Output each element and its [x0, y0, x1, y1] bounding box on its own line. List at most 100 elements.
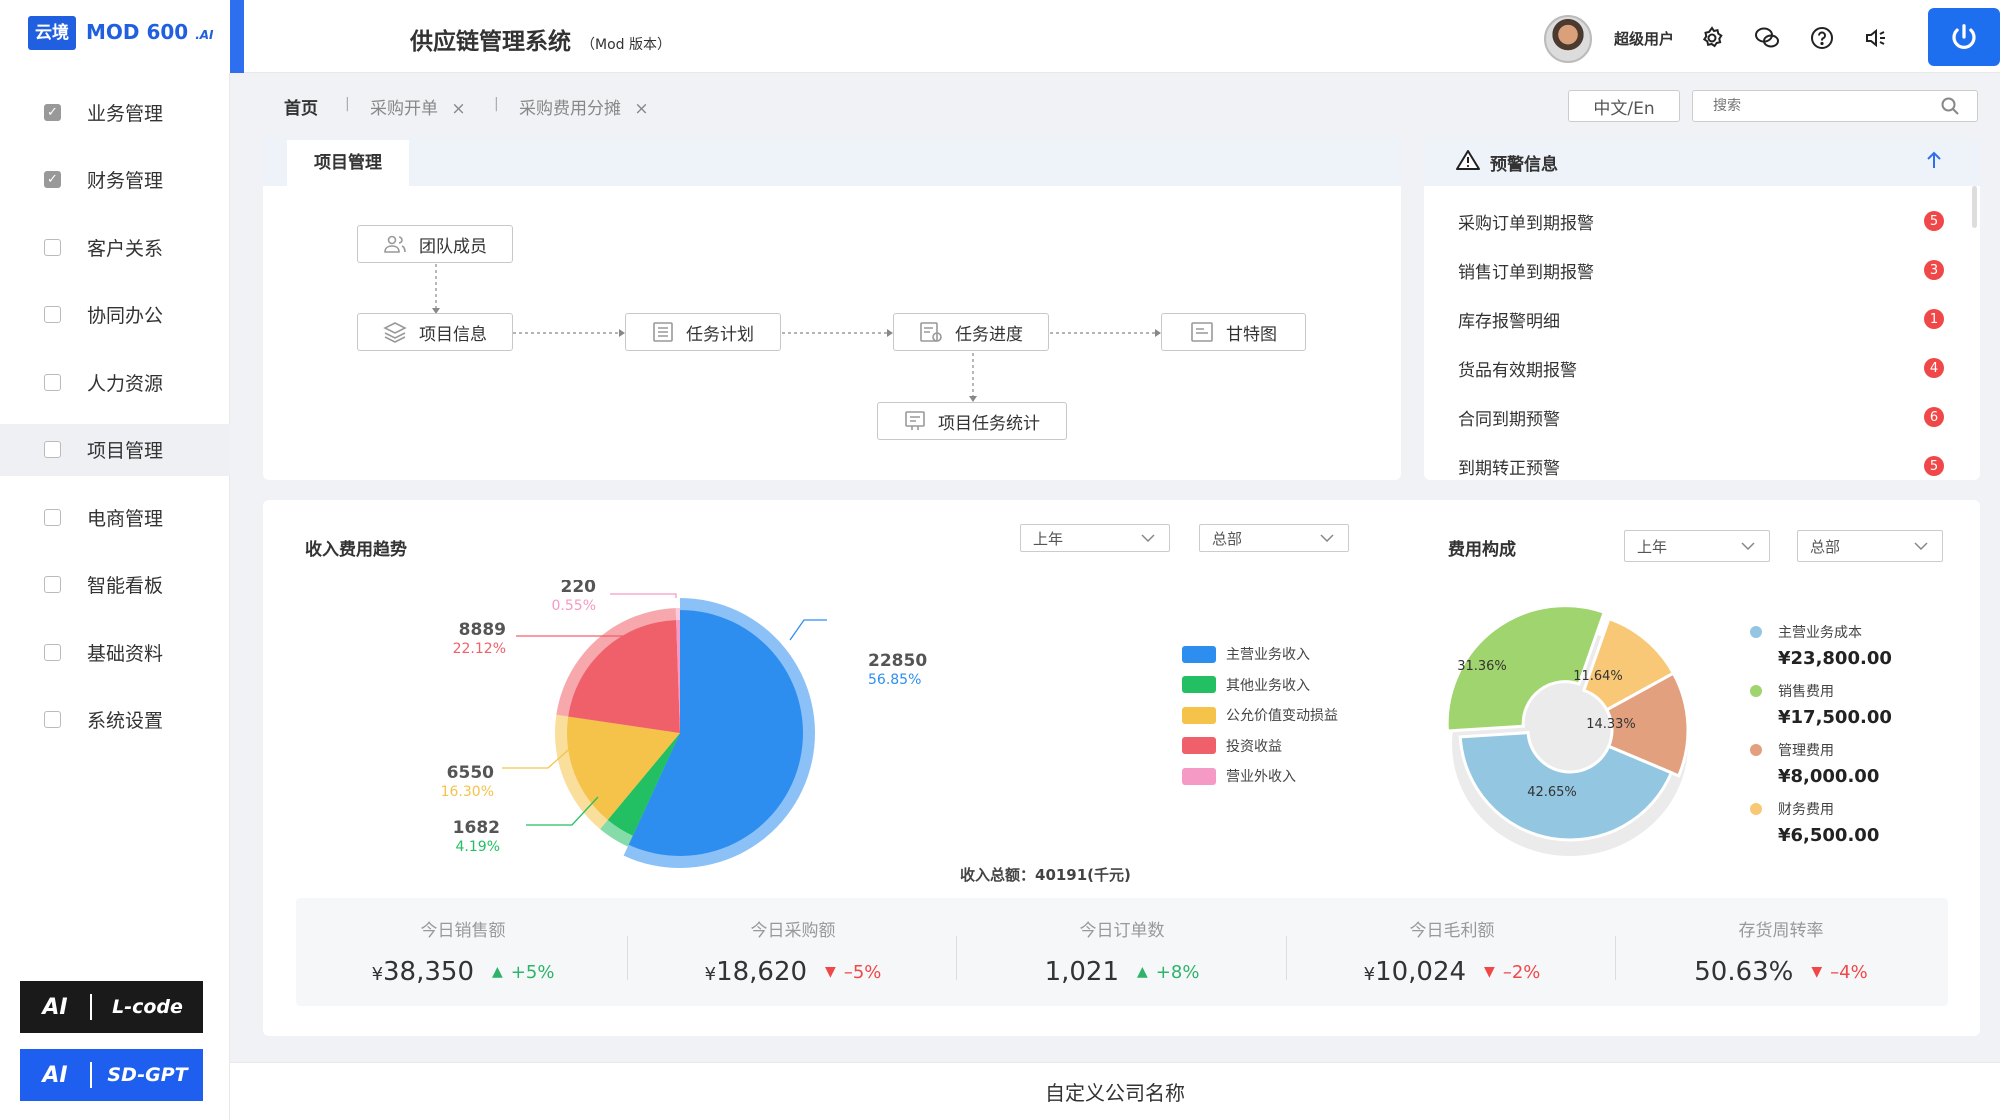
tab-purchase-order[interactable]: 采购开单 × — [370, 94, 466, 119]
legend-item[interactable]: 主营业务收入 — [1182, 644, 1310, 664]
legend-dot — [1750, 803, 1762, 815]
project-card-header — [263, 138, 1401, 186]
legend-dot — [1750, 744, 1762, 756]
checkbox[interactable] — [44, 441, 61, 458]
node-task-stats[interactable]: 项目任务统计 — [877, 402, 1067, 440]
warning-item[interactable]: 采购订单到期报警 5 — [1458, 206, 1944, 236]
legend-item[interactable]: 投资收益 — [1182, 736, 1282, 756]
cost-title: 费用构成 — [1448, 540, 1516, 560]
cost-period-select[interactable]: 上年 — [1624, 530, 1770, 562]
checkbox[interactable] — [44, 711, 61, 728]
tab-home[interactable]: 首页 — [284, 94, 318, 119]
power-button[interactable] — [1928, 8, 2000, 66]
help-icon[interactable] — [1808, 24, 1836, 52]
arrow-up-icon[interactable] — [1924, 150, 1944, 170]
sidebar-item[interactable]: 人力资源 — [0, 356, 230, 408]
checkbox[interactable]: ✓ — [44, 103, 61, 121]
gear-icon[interactable] — [1698, 24, 1726, 52]
pie-value-label: 6550 — [447, 763, 494, 783]
sidebar-item[interactable]: 基础资料 — [0, 626, 230, 678]
tab-project-management[interactable]: 项目管理 — [287, 140, 409, 186]
legend-label: 公允价值变动损益 — [1226, 708, 1338, 724]
warning-item[interactable]: 货品有效期报警 4 — [1458, 353, 1944, 383]
sidebar-item-label: 业务管理 — [87, 102, 164, 125]
legend-item[interactable]: 管理费用 ¥8,000.00 — [1750, 740, 1879, 787]
sidebar-item-label: 人力资源 — [87, 372, 164, 395]
income-period-select[interactable]: 上年 — [1020, 524, 1170, 552]
avatar[interactable] — [1544, 15, 1592, 63]
donut-percent-label: 14.33% — [1586, 717, 1636, 732]
legend-item[interactable]: 销售费用 ¥17,500.00 — [1750, 681, 1892, 728]
checkbox[interactable] — [44, 508, 61, 526]
checkbox[interactable] — [44, 373, 61, 391]
node-task-plan[interactable]: 任务计划 — [625, 313, 781, 351]
node-team-members[interactable]: 团队成员 — [357, 225, 513, 263]
income-dept-select[interactable]: 总部 — [1199, 524, 1349, 552]
legend-item[interactable]: 财务费用 ¥6,500.00 — [1750, 799, 1879, 846]
node-gantt[interactable]: 甘特图 — [1161, 313, 1306, 351]
legend-item[interactable]: 营业外收入 — [1182, 766, 1296, 786]
sidebar-item[interactable]: ✓ 业务管理 — [0, 86, 230, 138]
stat-change: +8% — [1155, 961, 1200, 983]
legend-item[interactable]: 主营业务成本 ¥23,800.00 — [1750, 622, 1892, 669]
sidebar-item[interactable]: ✓ 财务管理 — [0, 154, 230, 206]
checkbox[interactable] — [44, 576, 61, 593]
warning-count-badge: 4 — [1924, 358, 1944, 378]
legend-item[interactable]: 公允价值变动损益 — [1182, 705, 1338, 725]
warning-icon — [1456, 150, 1480, 170]
warning-count-badge: 5 — [1924, 211, 1944, 231]
legend-label: 管理费用 — [1778, 743, 1834, 759]
sidebar-item[interactable]: 协同办公 — [0, 289, 230, 341]
checkbox[interactable] — [44, 238, 61, 256]
checkbox[interactable] — [44, 306, 61, 323]
stat-change: +5% — [510, 961, 555, 983]
sidebar-item[interactable]: 项目管理 — [0, 423, 230, 476]
search-input[interactable] — [1692, 90, 1978, 122]
sidebar-item[interactable]: 系统设置 — [0, 694, 230, 746]
legend-item[interactable]: 其他业务收入 — [1182, 675, 1310, 695]
node-project-info[interactable]: 项目信息 — [357, 313, 513, 351]
user-name[interactable]: 超级用户 — [1614, 28, 1674, 49]
cost-dept-select[interactable]: 总部 — [1797, 530, 1943, 562]
warning-item[interactable]: 合同到期预警 6 — [1458, 402, 1944, 432]
close-icon[interactable]: × — [634, 99, 648, 119]
node-task-progress[interactable]: 任务进度 — [893, 313, 1049, 351]
currency-symbol: ¥ — [1363, 964, 1376, 985]
close-icon[interactable]: × — [451, 99, 465, 119]
logo-accent-bar — [230, 0, 244, 73]
ai-lcode-button[interactable]: AI L-code — [20, 981, 203, 1033]
language-toggle[interactable]: 中文/En — [1568, 90, 1680, 122]
system-title-text: 供应链管理系统 — [410, 29, 571, 55]
legend-amount: ¥17,500.00 — [1778, 707, 1892, 728]
list-icon — [653, 322, 673, 342]
stat-divider — [627, 936, 628, 980]
search-icon[interactable] — [1940, 96, 1960, 116]
checkbox[interactable] — [44, 643, 61, 661]
stat-label: 今日订单数 — [1079, 921, 1165, 941]
donut-percent-label: 31.36% — [1457, 659, 1507, 674]
checkbox[interactable]: ✓ — [44, 171, 61, 188]
warning-item[interactable]: 到期转正预警 5 — [1458, 451, 1944, 481]
warning-item[interactable]: 库存报警明细 1 — [1458, 304, 1944, 334]
wechat-icon[interactable] — [1753, 24, 1781, 52]
legend-label: 销售费用 — [1778, 684, 1834, 700]
warning-count-badge: 3 — [1924, 260, 1944, 280]
select-value: 总部 — [1212, 529, 1243, 548]
speaker-icon[interactable] — [1862, 24, 1890, 52]
pie-slice[interactable] — [568, 620, 680, 733]
legend-label: 主营业务收入 — [1226, 647, 1310, 663]
sidebar-item[interactable]: 智能看板 — [0, 559, 230, 611]
warning-scrollbar[interactable] — [1972, 186, 1977, 228]
ai-sdgpt-button[interactable]: AI SD-GPT — [20, 1049, 203, 1101]
warning-item[interactable]: 销售订单到期报警 3 — [1458, 255, 1944, 285]
sidebar-item[interactable]: 电商管理 — [0, 491, 230, 543]
legend-dot — [1750, 626, 1762, 638]
node-label: 项目任务统计 — [938, 413, 1040, 434]
stat-divider — [956, 936, 957, 980]
stat-change: –4% — [1830, 961, 1868, 983]
select-value: 上年 — [1637, 537, 1668, 556]
sidebar-item[interactable]: 客户关系 — [0, 221, 230, 273]
node-label: 项目信息 — [419, 324, 487, 345]
tab-purchase-cost[interactable]: 采购费用分摊 × — [519, 94, 649, 119]
stat-value: ¥38,350 — [372, 957, 474, 987]
